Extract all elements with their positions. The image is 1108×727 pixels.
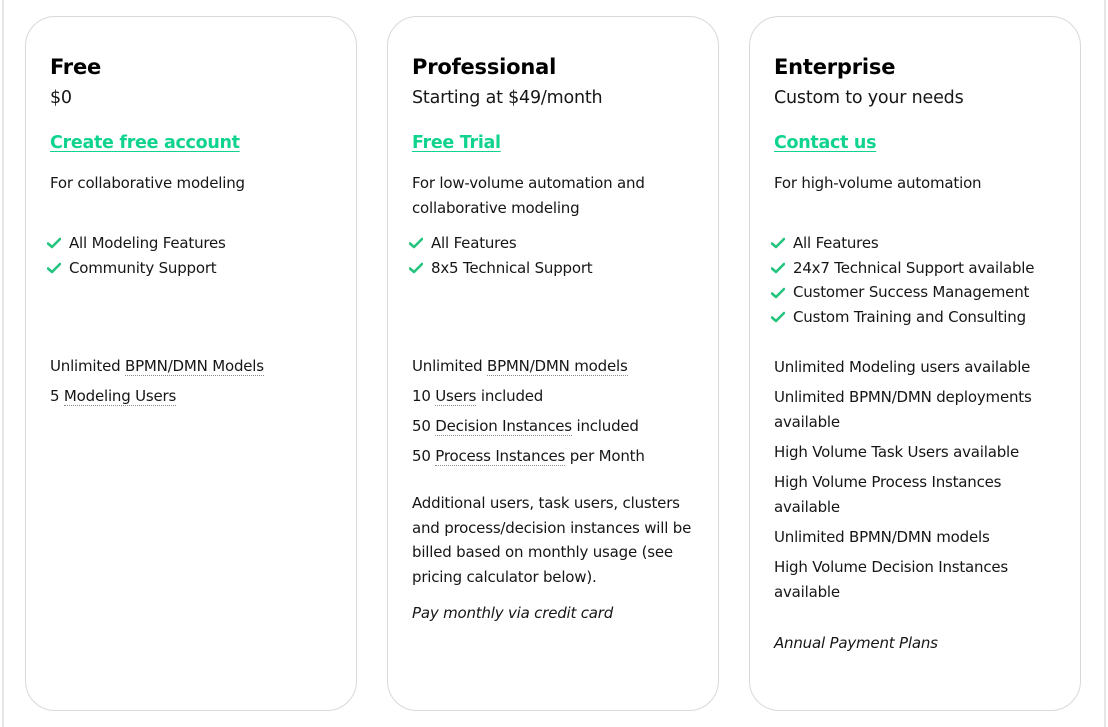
feature-item: 8x5 Technical Support [409,256,694,281]
plan-price: $0 [50,88,72,108]
limit-item: Unlimited BPMN/DMN Models [50,354,332,379]
check-icon [47,238,61,249]
feature-item: All Features [771,231,1056,256]
feature-label: Custom Training and Consulting [793,308,1026,327]
limit-item: 10 Users included [412,384,694,409]
free-trial-link[interactable]: Free Trial [412,131,501,155]
plan-price: Starting at $49/month [412,88,603,108]
limit-prefix: Unlimited [50,357,125,376]
check-icon [409,262,423,274]
contact-us-link[interactable]: Contact us [774,131,877,155]
feature-item: Customer Success Management [771,280,1056,305]
limit-item: Unlimited Modeling users available [774,357,1031,376]
right-edge-divider [1104,0,1106,727]
check-icon [771,312,785,323]
plan-description: For low-volume automation and collaborat… [412,174,645,217]
limits-list: Unlimited BPMN/DMN models 10 Users inclu… [412,354,694,469]
limit-item: Unlimited BPMN/DMN deployments available [774,387,1032,431]
limits-list: Unlimited Modeling users available Unlim… [774,355,1039,605]
limit-term-tooltip[interactable]: Modeling Users [63,387,176,407]
feature-label: Community Support [69,258,217,277]
create-free-account-link[interactable]: Create free account [50,131,240,155]
check-icon [771,262,785,274]
feature-label: All Features [793,234,879,252]
feature-item: 24x7 Technical Support available [771,256,1056,281]
check-icon [409,238,423,249]
limit-suffix: per Month [565,447,645,466]
limit-prefix: 50 [412,447,436,466]
limit-term-tooltip[interactable]: BPMN/DMN Models [125,357,264,377]
pricing-cards: Free $0 Create free account For collabor… [25,16,1081,711]
feature-list: All Features 8x5 Technical Support [409,231,694,281]
limit-suffix: included [571,417,639,436]
limits-list: Unlimited BPMN/DMN Models 5 Modeling Use… [50,354,332,409]
plan-card-enterprise: Enterprise Custom to your needs Contact … [749,16,1081,711]
limit-item: 5 Modeling Users [50,384,332,409]
left-edge-divider [2,0,4,727]
limit-item: High Volume Task Users available [774,442,1020,461]
limit-item: Unlimited BPMN/DMN models [412,354,694,379]
plan-description: For collaborative modeling [50,174,245,192]
feature-item: Community Support [47,256,332,281]
feature-item: Custom Training and Consulting [771,305,1056,330]
payment-method: Pay monthly via credit card [412,604,614,623]
plan-name: Professional [412,55,557,79]
feature-label: 8x5 Technical Support [431,258,593,277]
check-icon [771,287,785,299]
feature-list: All Modeling Features Community Support [47,231,332,281]
limit-suffix: included [476,387,544,406]
limit-prefix: 50 [412,417,436,436]
limit-prefix: 5 [50,387,64,406]
plan-name: Free [50,55,102,79]
feature-label: 24x7 Technical Support available [793,258,1035,277]
feature-label: All Features [431,234,517,252]
limit-item: 50 Process Instances per Month [412,444,694,469]
plan-card-free: Free $0 Create free account For collabor… [25,16,357,711]
limit-term-tooltip[interactable]: BPMN/DMN models [487,357,628,377]
plan-name: Enterprise [774,55,896,79]
limit-prefix: Unlimited [412,357,487,376]
limit-item: Unlimited BPMN/DMN models [774,527,990,546]
payment-method: Annual Payment Plans [774,633,938,652]
limit-term-tooltip[interactable]: Users [435,387,476,407]
limit-item: High Volume Process Instances available [774,472,1002,516]
limit-term-tooltip[interactable]: Process Instances [435,447,565,467]
limit-prefix: 10 [412,387,436,406]
check-icon [47,262,61,274]
limit-item: 50 Decision Instances included [412,414,694,439]
feature-item: All Features [409,231,694,256]
limit-item: High Volume Decision Instances available [774,557,1009,601]
plan-description: For high-volume automation [774,174,982,192]
feature-label: All Modeling Features [69,234,226,252]
plan-card-professional: Professional Starting at $49/month Free … [387,16,719,711]
feature-item: All Modeling Features [47,231,332,256]
billing-note: Additional users, task users, clusters a… [412,494,692,586]
limit-term-tooltip[interactable]: Decision Instances [435,417,572,437]
feature-label: Customer Success Management [793,283,1030,302]
feature-list: All Features 24x7 Technical Support avai… [771,231,1056,330]
check-icon [771,238,785,249]
plan-price: Custom to your needs [774,88,964,108]
